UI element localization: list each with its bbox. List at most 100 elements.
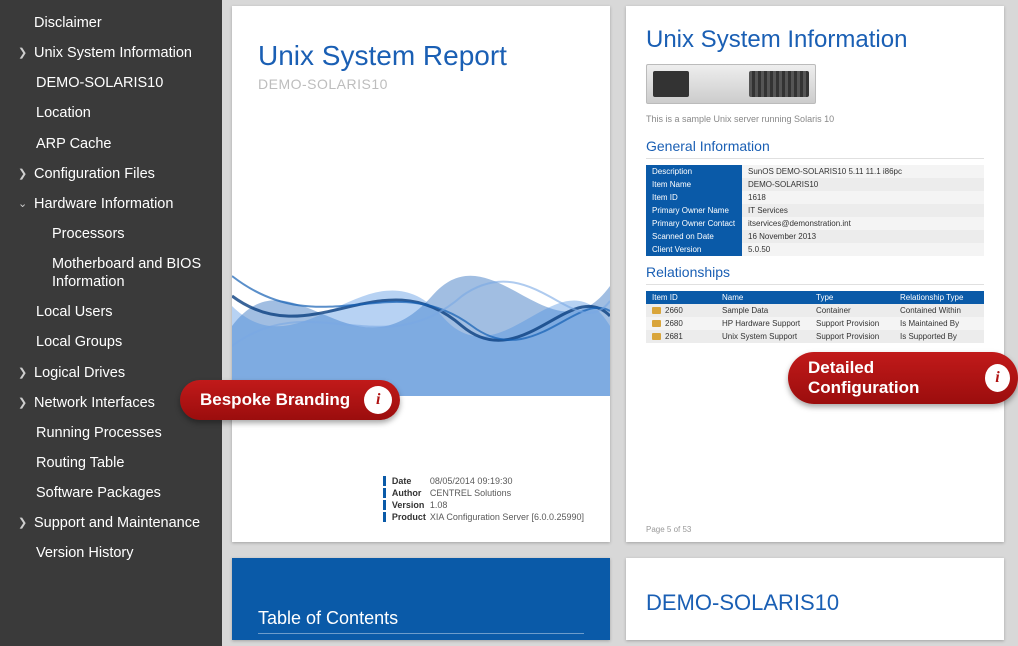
info-v: 1618: [742, 191, 984, 204]
nav-label: Support and Maintenance: [34, 514, 200, 532]
rel-h-id: Item ID: [646, 291, 716, 304]
info-v: SunOS DEMO-SOLARIS10 5.11 11.1 i86pc: [742, 165, 984, 178]
callout-bespoke-branding[interactable]: Bespoke Branding i: [180, 380, 400, 420]
info-k: Scanned on Date: [646, 230, 742, 243]
main-area: Unix System Report DEMO-SOLARIS10 Date08…: [222, 0, 1018, 646]
nav-unix-system-info[interactable]: ❯Unix System Information: [0, 38, 222, 68]
rel-h-type: Type: [810, 291, 894, 304]
table-row: 2681Unix System SupportSupport Provision…: [646, 330, 984, 343]
nav-location[interactable]: Location: [0, 98, 222, 128]
nav-arp-cache[interactable]: ARP Cache: [0, 129, 222, 159]
nav-label: Motherboard and BIOS Information: [52, 255, 210, 291]
chevron-right-icon: ❯: [18, 397, 32, 411]
meta-date-k: Date: [392, 476, 430, 486]
nav-label: Configuration Files: [34, 165, 155, 183]
meta-author-v: CENTREL Solutions: [430, 488, 511, 498]
info-k: Primary Owner Name: [646, 204, 742, 217]
callout-detailed-configuration[interactable]: Detailed Configuration i: [788, 352, 1018, 404]
report-page-demo: DEMO-SOLARIS10: [626, 558, 1004, 640]
info-v: 5.0.50: [742, 243, 984, 256]
chevron-right-icon: ❯: [18, 47, 32, 61]
section-general-info: General Information: [646, 138, 984, 154]
meta-version-v: 1.08: [430, 500, 448, 510]
table-row: 2680HP Hardware SupportSupport Provision…: [646, 317, 984, 330]
rel-h-reltype: Relationship Type: [894, 291, 984, 304]
info-v: 16 November 2013: [742, 230, 984, 243]
nav-demo-solaris10[interactable]: DEMO-SOLARIS10: [0, 68, 222, 98]
page2-title: Unix System Information: [646, 26, 984, 54]
nav-processors[interactable]: Processors: [0, 219, 222, 249]
report-page-toc: Table of Contents: [232, 558, 610, 640]
nav-label: Location: [36, 104, 91, 122]
nav-label: Disclaimer: [34, 14, 102, 32]
relationships-table: Item ID Name Type Relationship Type 2660…: [646, 291, 984, 343]
info-v: itservices@demonstration.int: [742, 217, 984, 230]
folder-icon: [652, 333, 661, 340]
nav-motherboard-bios[interactable]: Motherboard and BIOS Information: [0, 249, 222, 297]
meta-date-v: 08/05/2014 09:19:30: [430, 476, 513, 486]
rel-h-name: Name: [716, 291, 810, 304]
chevron-right-icon: ❯: [18, 517, 32, 531]
nav-label: Logical Drives: [34, 364, 125, 382]
nav-label: Local Users: [36, 303, 113, 321]
nav-local-users[interactable]: Local Users: [0, 297, 222, 327]
info-icon: i: [364, 386, 392, 414]
callout-label: Detailed Configuration: [808, 358, 971, 398]
nav-version-history[interactable]: Version History: [0, 538, 222, 568]
meta-version-k: Version: [392, 500, 430, 510]
folder-icon: [652, 320, 661, 327]
nav-label: Running Processes: [36, 424, 162, 442]
report-title: Unix System Report: [258, 40, 584, 72]
nav-label: Unix System Information: [34, 44, 192, 62]
chevron-right-icon: ❯: [18, 367, 32, 381]
nav-label: Version History: [36, 544, 134, 562]
nav-label: Routing Table: [36, 454, 124, 472]
nav-label: Hardware Information: [34, 195, 173, 213]
page2-desc: This is a sample Unix server running Sol…: [646, 114, 984, 124]
nav-hardware-info[interactable]: ⌄Hardware Information: [0, 189, 222, 219]
divider: [646, 284, 984, 285]
info-k: Item Name: [646, 178, 742, 191]
meta-author-k: Author: [392, 488, 430, 498]
chevron-down-icon: ⌄: [18, 198, 32, 212]
nav-routing-table[interactable]: Routing Table: [0, 448, 222, 478]
server-image: [646, 64, 816, 104]
report-page-cover: Unix System Report DEMO-SOLARIS10 Date08…: [232, 6, 610, 542]
divider: [646, 158, 984, 159]
nav-disclaimer[interactable]: Disclaimer: [0, 8, 222, 38]
callout-label: Bespoke Branding: [200, 390, 350, 410]
nav-label: Network Interfaces: [34, 394, 155, 412]
toc-title: Table of Contents: [258, 608, 584, 634]
chevron-right-icon: ❯: [18, 168, 32, 182]
wave-artwork: [232, 206, 610, 396]
info-k: Description: [646, 165, 742, 178]
info-k: Item ID: [646, 191, 742, 204]
meta-product-k: Product: [392, 512, 430, 522]
table-row: 2660Sample DataContainerContained Within: [646, 304, 984, 317]
nav-config-files[interactable]: ❯Configuration Files: [0, 159, 222, 189]
nav-label: ARP Cache: [36, 135, 112, 153]
nav-label: DEMO-SOLARIS10: [36, 74, 163, 92]
nav-label: Local Groups: [36, 333, 122, 351]
info-v: DEMO-SOLARIS10: [742, 178, 984, 191]
general-info-table: DescriptionSunOS DEMO-SOLARIS10 5.11 11.…: [646, 165, 984, 256]
page4-title: DEMO-SOLARIS10: [646, 590, 984, 616]
info-k: Client Version: [646, 243, 742, 256]
report-metadata: Date08/05/2014 09:19:30 AuthorCENTREL So…: [383, 474, 584, 524]
nav-running-processes[interactable]: Running Processes: [0, 418, 222, 448]
info-v: IT Services: [742, 204, 984, 217]
nav-local-groups[interactable]: Local Groups: [0, 327, 222, 357]
page-number: Page 5 of 53: [646, 525, 691, 534]
meta-product-v: XIA Configuration Server [6.0.0.25990]: [430, 512, 584, 522]
sidebar: Disclaimer ❯Unix System Information DEMO…: [0, 0, 222, 646]
info-k: Primary Owner Contact: [646, 217, 742, 230]
nav-software-packages[interactable]: Software Packages: [0, 478, 222, 508]
info-icon: i: [985, 364, 1010, 392]
nav-label: Processors: [52, 225, 125, 243]
nav-label: Software Packages: [36, 484, 161, 502]
nav-support-maintenance[interactable]: ❯Support and Maintenance: [0, 508, 222, 538]
report-page-sysinfo: Unix System Information This is a sample…: [626, 6, 1004, 542]
folder-icon: [652, 307, 661, 314]
report-subtitle: DEMO-SOLARIS10: [258, 76, 584, 92]
section-relationships: Relationships: [646, 264, 984, 280]
